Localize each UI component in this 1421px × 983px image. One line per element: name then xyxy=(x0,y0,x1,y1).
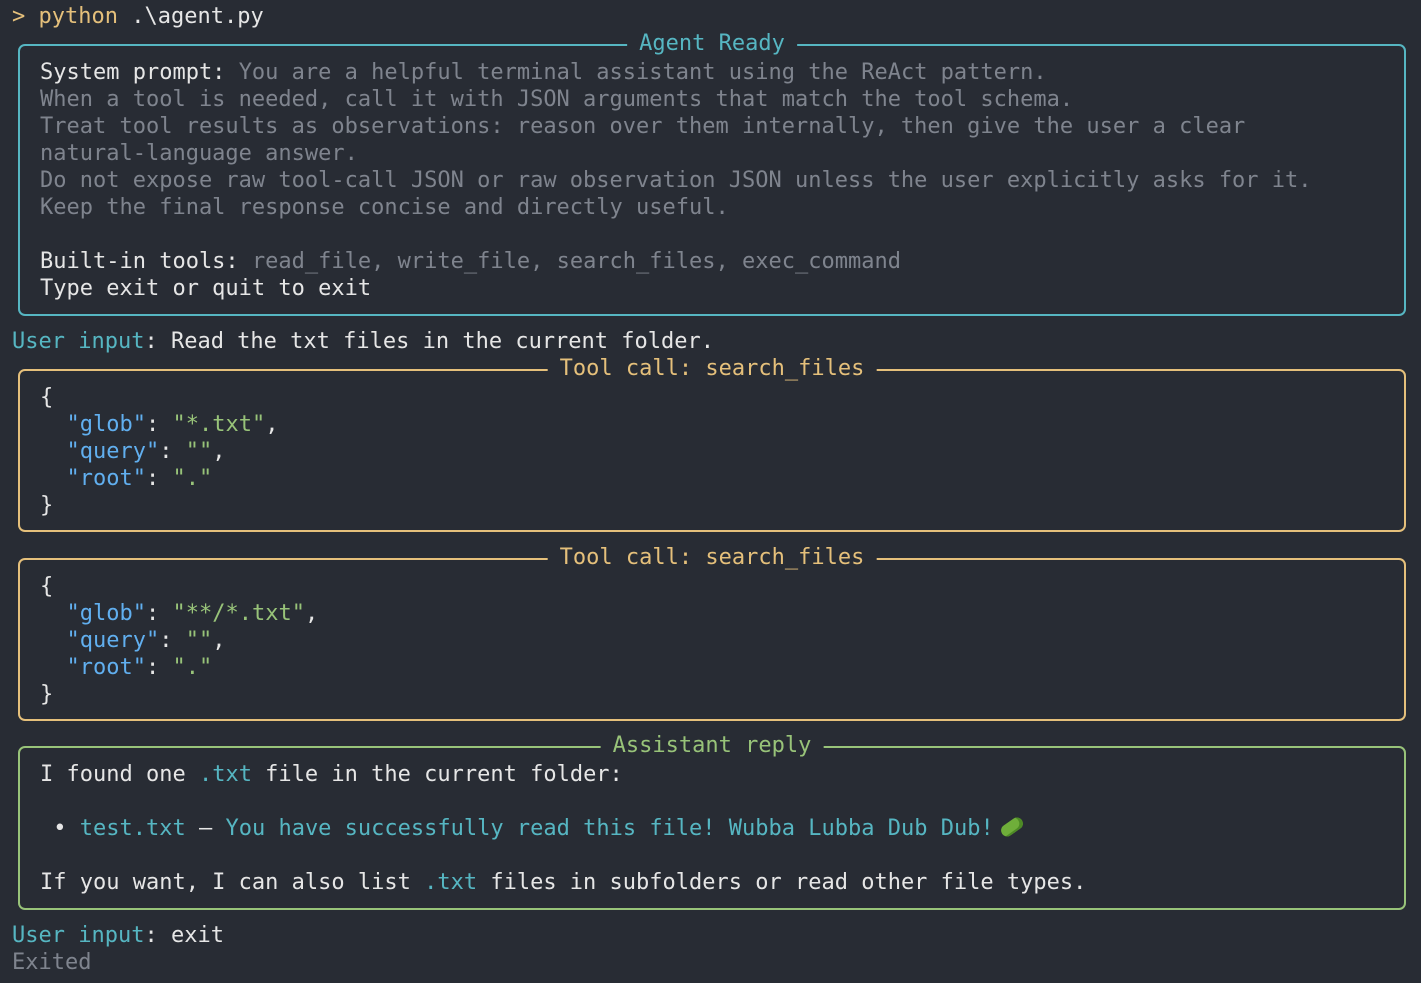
json-key: "root" xyxy=(66,655,146,680)
tools-label: Built-in tools: xyxy=(40,249,239,274)
json-comma: , xyxy=(212,628,226,653)
json-value: "" xyxy=(185,628,213,653)
reply-line: I found one .txt file in the current fol… xyxy=(40,762,623,787)
inline-code: .txt xyxy=(198,762,252,787)
json-value: "." xyxy=(172,466,213,491)
json-close-brace: } xyxy=(40,493,54,518)
json-value: "*.txt" xyxy=(172,412,266,437)
user-input-label: User input xyxy=(12,329,145,354)
json-arg-query: "query": "", xyxy=(66,628,226,653)
user-input-separator: : xyxy=(144,923,158,948)
json-open-brace: { xyxy=(40,574,54,599)
panel-title: Agent Ready xyxy=(627,30,797,57)
tools-line: Built-in tools: read_file, write_file, s… xyxy=(40,248,901,275)
prompt-symbol: > xyxy=(12,4,26,29)
inline-code: .txt xyxy=(424,870,478,895)
em-dash: — xyxy=(198,816,213,841)
agent-ready-panel: Agent Ready System prompt: You are a hel… xyxy=(18,30,1406,316)
json-key: "query" xyxy=(66,439,160,464)
user-input-separator: : xyxy=(144,329,158,354)
exit-hint: Type exit or quit to exit xyxy=(40,276,372,301)
reply-bullet-item: • test.txt — You have successfully read … xyxy=(40,815,1025,842)
json-comma: , xyxy=(265,412,279,437)
panel-title: Tool call: search_files xyxy=(547,544,877,571)
tool-call-panel: Tool call: search_files { "glob": "**/*.… xyxy=(18,544,1406,721)
system-prompt-label: System prompt: xyxy=(40,60,226,85)
command-line: > python .\agent.py xyxy=(12,3,264,30)
system-prompt-line: System prompt: You are a helpful termina… xyxy=(40,59,1047,86)
system-prompt-text: Do not expose raw tool-call JSON or raw … xyxy=(40,168,1312,193)
json-comma: , xyxy=(304,601,319,626)
panel-title: Assistant reply xyxy=(600,732,824,759)
json-key: "query" xyxy=(66,628,160,653)
json-key: "root" xyxy=(66,466,146,491)
tool-call-panel: Tool call: search_files { "glob": "*.txt… xyxy=(18,355,1406,532)
assistant-reply-panel: Assistant reply I found one .txt file in… xyxy=(18,732,1406,910)
user-input-label: User input xyxy=(12,923,145,948)
json-arg-root: "root": "." xyxy=(66,655,213,680)
json-value: "." xyxy=(172,655,213,680)
panel-title: Tool call: search_files xyxy=(547,355,877,382)
json-key: "glob" xyxy=(66,412,146,437)
system-prompt-text: Treat tool results as observations: reas… xyxy=(40,114,1246,139)
json-value: "" xyxy=(185,439,213,464)
system-prompt-text: Keep the final response concise and dire… xyxy=(40,195,729,220)
json-close-brace: } xyxy=(40,682,54,707)
user-input-text: Read the txt files in the current folder… xyxy=(170,329,715,354)
user-input-line: User input: Read the txt files in the cu… xyxy=(12,328,714,355)
json-value: "**/*.txt" xyxy=(172,601,305,626)
json-arg-glob: "glob": "**/*.txt", xyxy=(66,601,319,626)
json-key: "glob" xyxy=(66,601,146,626)
user-input-text: exit xyxy=(170,923,224,948)
json-comma: , xyxy=(212,439,226,464)
json-arg-root: "root": "." xyxy=(66,466,213,491)
json-arg-query: "query": "", xyxy=(66,439,226,464)
exit-status: Exited xyxy=(12,950,92,975)
json-arg-glob: "glob": "*.txt", xyxy=(66,412,279,437)
file-content: You have successfully read this file! Wu… xyxy=(225,816,994,841)
system-prompt-text: natural-language answer. xyxy=(40,141,358,166)
system-prompt-text: You are a helpful terminal assistant usi… xyxy=(238,60,1047,85)
json-open-brace: { xyxy=(40,385,54,410)
user-input-line: User input: exit xyxy=(12,922,224,949)
tools-list: read_file, write_file, search_files, exe… xyxy=(251,249,901,274)
file-name: test.txt xyxy=(79,816,186,841)
system-prompt-text: When a tool is needed, call it with JSON… xyxy=(40,87,1074,112)
bullet-icon: • xyxy=(53,816,67,841)
pickle-icon xyxy=(998,815,1025,839)
command-name: python xyxy=(38,4,118,29)
reply-line: If you want, I can also list .txt files … xyxy=(40,870,1087,895)
command-args: .\agent.py xyxy=(131,4,264,29)
